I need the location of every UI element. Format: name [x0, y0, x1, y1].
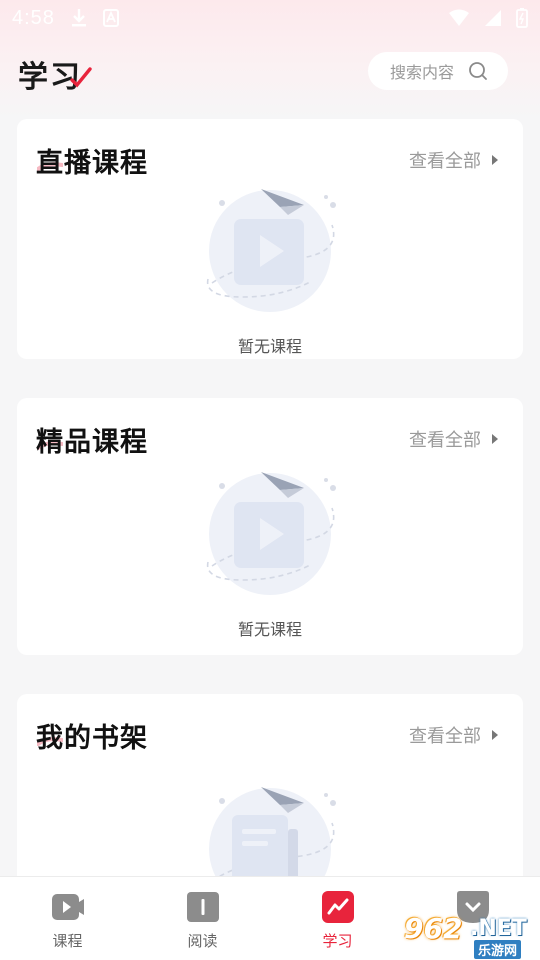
- download-icon: [71, 9, 86, 27]
- premium-courses-card: 精品课程 查看全部 暂无课程: [17, 398, 523, 655]
- page-header: 学习 搜索内容: [0, 48, 540, 96]
- video-play-icon: [51, 894, 84, 920]
- watermark-suffix: .NET: [470, 916, 527, 941]
- battery-icon: [516, 8, 528, 28]
- book-icon: [186, 892, 219, 922]
- bookshelf-card: 我的书架 查看全部: [17, 694, 523, 910]
- app-notification-icon: [102, 9, 119, 27]
- watermark-site: 乐游网: [474, 940, 522, 959]
- section-title: 直播课程: [36, 148, 148, 179]
- chevron-right-icon: [492, 730, 498, 740]
- nav-item-reading[interactable]: 阅读: [135, 877, 270, 960]
- nav-label: 阅读: [187, 933, 218, 950]
- nav-item-learning[interactable]: 学习: [270, 877, 405, 960]
- empty-state-text: 暂无课程: [237, 339, 302, 356]
- status-system-icons: [448, 8, 528, 28]
- section-title: 精品课程: [36, 427, 148, 458]
- view-all-label: 查看全部: [409, 726, 481, 746]
- status-bar: 4:58: [0, 0, 540, 36]
- view-all-label: 查看全部: [409, 151, 481, 171]
- nav-item-courses[interactable]: 课程: [0, 877, 135, 960]
- empty-video-illustration: [206, 189, 336, 312]
- title-accent-check: [70, 67, 92, 88]
- empty-state-text: 暂无课程: [237, 622, 302, 639]
- view-all-link[interactable]: 查看全部: [409, 147, 499, 173]
- section-title: 我的书架: [36, 723, 148, 754]
- search-placeholder: 搜索内容: [390, 65, 455, 82]
- view-all-link[interactable]: 查看全部: [409, 426, 499, 452]
- live-courses-card: 直播课程 查看全部 暂无课程: [17, 119, 523, 359]
- chevron-right-icon: [492, 155, 498, 165]
- watermark-number: 962: [404, 912, 463, 945]
- learning-chart-icon: [321, 891, 354, 923]
- view-all-label: 查看全部: [409, 430, 481, 450]
- site-watermark: 962 .NET 乐游网: [400, 910, 536, 959]
- status-time: 4:58: [12, 6, 55, 29]
- wifi-icon: [449, 9, 469, 26]
- search-input[interactable]: 搜索内容: [368, 52, 508, 90]
- empty-video-illustration: [206, 472, 336, 595]
- chevron-right-icon: [492, 434, 498, 444]
- view-all-link[interactable]: 查看全部: [409, 722, 499, 748]
- search-icon: [469, 62, 487, 80]
- nav-label: 学习: [322, 933, 353, 950]
- signal-icon: [485, 10, 501, 26]
- status-notifications: [71, 8, 119, 28]
- nav-label: 课程: [52, 933, 83, 950]
